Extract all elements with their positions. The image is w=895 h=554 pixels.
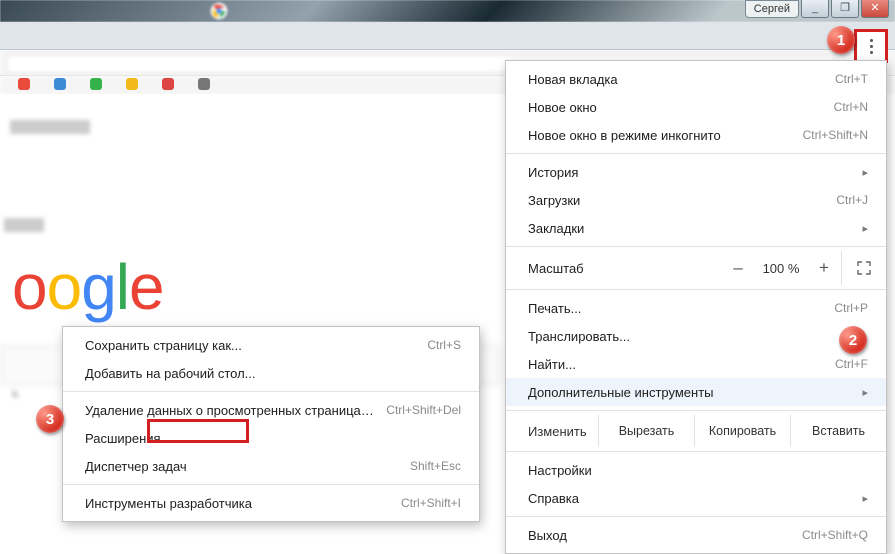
chevron-right-icon: ▸ — [862, 492, 868, 505]
menu-separator — [506, 153, 886, 154]
menu-exit[interactable]: Выход Ctrl+Shift+Q — [506, 521, 886, 549]
annotation-badge-2: 2 — [839, 326, 867, 354]
menu-item-label: Изменить — [528, 415, 598, 447]
menu-item-label: Выход — [528, 528, 790, 543]
zoom-in-button[interactable]: + — [807, 253, 841, 283]
menu-item-shortcut: Ctrl+N — [834, 100, 868, 114]
menu-item-shortcut: Shift+Esc — [410, 459, 461, 473]
menu-item-shortcut: Ctrl+P — [834, 301, 868, 315]
menu-item-label: Печать... — [528, 301, 822, 316]
menu-item-label: Новая вкладка — [528, 72, 823, 87]
menu-print[interactable]: Печать... Ctrl+P — [506, 294, 886, 322]
menu-separator — [63, 391, 479, 392]
menu-item-label: Сохранить страницу как... — [85, 338, 415, 353]
menu-separator — [506, 410, 886, 411]
menu-item-label: Закладки — [528, 221, 850, 236]
menu-item-shortcut: Ctrl+Shift+I — [401, 496, 461, 510]
tab-strip — [0, 22, 895, 50]
menu-item-label: История — [528, 165, 850, 180]
menu-item-label: Диспетчер задач — [85, 459, 398, 474]
window-maximize-button[interactable]: ❐ — [831, 0, 859, 18]
edit-cut-button[interactable]: Вырезать — [598, 415, 694, 447]
window-controls: _ ❐ ✕ — [801, 0, 889, 20]
chevron-right-icon: ▸ — [862, 166, 868, 179]
menu-item-shortcut: Ctrl+Shift+N — [803, 128, 868, 142]
menu-settings[interactable]: Настройки — [506, 456, 886, 484]
chevron-right-icon: ▸ — [862, 386, 868, 399]
menu-item-label: Добавить на рабочий стол... — [85, 366, 461, 381]
submenu-task-manager[interactable]: Диспетчер задач Shift+Esc — [63, 452, 479, 480]
chrome-logo-icon — [210, 2, 228, 20]
zoom-out-button[interactable]: – — [721, 253, 755, 283]
menu-item-label: Найти... — [528, 357, 823, 372]
bookmarks-favicons — [18, 78, 210, 90]
chrome-main-menu: Новая вкладка Ctrl+T Новое окно Ctrl+N Н… — [505, 60, 887, 554]
more-tools-submenu: Сохранить страницу как... Ctrl+S Добавит… — [62, 326, 480, 522]
menu-separator — [506, 289, 886, 290]
window-minimize-button[interactable]: _ — [801, 0, 829, 18]
menu-new-window[interactable]: Новое окно Ctrl+N — [506, 93, 886, 121]
menu-item-label: Настройки — [528, 463, 868, 478]
menu-separator — [506, 246, 886, 247]
menu-item-shortcut: Ctrl+S — [427, 338, 461, 352]
menu-item-shortcut: Ctrl+Shift+Del — [386, 403, 461, 417]
menu-item-shortcut: Ctrl+F — [835, 357, 868, 371]
submenu-extensions[interactable]: Расширения — [63, 424, 479, 452]
menu-new-tab[interactable]: Новая вкладка Ctrl+T — [506, 65, 886, 93]
window-close-button[interactable]: ✕ — [861, 0, 889, 18]
submenu-clear-browsing-data[interactable]: Удаление данных о просмотренных страница… — [63, 396, 479, 424]
menu-item-label: Расширения — [85, 431, 461, 446]
fullscreen-button[interactable] — [842, 261, 886, 275]
menu-item-label: Загрузки — [528, 193, 824, 208]
edit-copy-button[interactable]: Копировать — [694, 415, 790, 447]
menu-more-tools[interactable]: Дополнительные инструменты ▸ — [506, 378, 886, 406]
submenu-save-page[interactable]: Сохранить страницу как... Ctrl+S — [63, 331, 479, 359]
menu-item-label: Удаление данных о просмотренных страница… — [85, 403, 374, 418]
menu-item-label: Транслировать... — [528, 329, 868, 344]
menu-separator — [506, 451, 886, 452]
menu-separator — [506, 516, 886, 517]
edit-paste-button[interactable]: Вставить — [790, 415, 886, 447]
menu-zoom-row: Масштаб – 100 % + — [506, 251, 886, 285]
window-user-badge[interactable]: Сергей — [745, 0, 799, 18]
menu-downloads[interactable]: Загрузки Ctrl+J — [506, 186, 886, 214]
fullscreen-icon — [857, 261, 871, 275]
zoom-value: 100 % — [755, 261, 807, 276]
menu-item-shortcut: Ctrl+T — [835, 72, 868, 86]
annotation-badge-1: 1 — [827, 26, 855, 54]
menu-history[interactable]: История ▸ — [506, 158, 886, 186]
menu-help[interactable]: Справка ▸ — [506, 484, 886, 512]
menu-incognito[interactable]: Новое окно в режиме инкогнито Ctrl+Shift… — [506, 121, 886, 149]
menu-item-label: Масштаб — [528, 261, 721, 276]
chevron-right-icon: ▸ — [862, 222, 868, 235]
submenu-dev-tools[interactable]: Инструменты разработчика Ctrl+Shift+I — [63, 489, 479, 517]
menu-item-label: Дополнительные инструменты — [528, 385, 850, 400]
chrome-menu-button[interactable] — [854, 29, 888, 63]
menu-cast[interactable]: Транслировать... — [506, 322, 886, 350]
menu-separator — [63, 484, 479, 485]
menu-item-shortcut: Ctrl+Shift+Q — [802, 528, 868, 542]
menu-edit-row: Изменить Вырезать Копировать Вставить — [506, 415, 886, 447]
google-logo: oogle — [12, 250, 164, 324]
annotation-badge-3: 3 — [36, 405, 64, 433]
menu-find[interactable]: Найти... Ctrl+F — [506, 350, 886, 378]
menu-item-shortcut: Ctrl+J — [836, 193, 868, 207]
vertical-dots-icon — [870, 39, 873, 54]
submenu-add-desktop[interactable]: Добавить на рабочий стол... — [63, 359, 479, 387]
menu-item-label: Новое окно — [528, 100, 822, 115]
menu-item-label: Новое окно в режиме инкогнито — [528, 128, 791, 143]
menu-item-label: Справка — [528, 491, 850, 506]
menu-item-label: Инструменты разработчика — [85, 496, 389, 511]
menu-bookmarks[interactable]: Закладки ▸ — [506, 214, 886, 242]
